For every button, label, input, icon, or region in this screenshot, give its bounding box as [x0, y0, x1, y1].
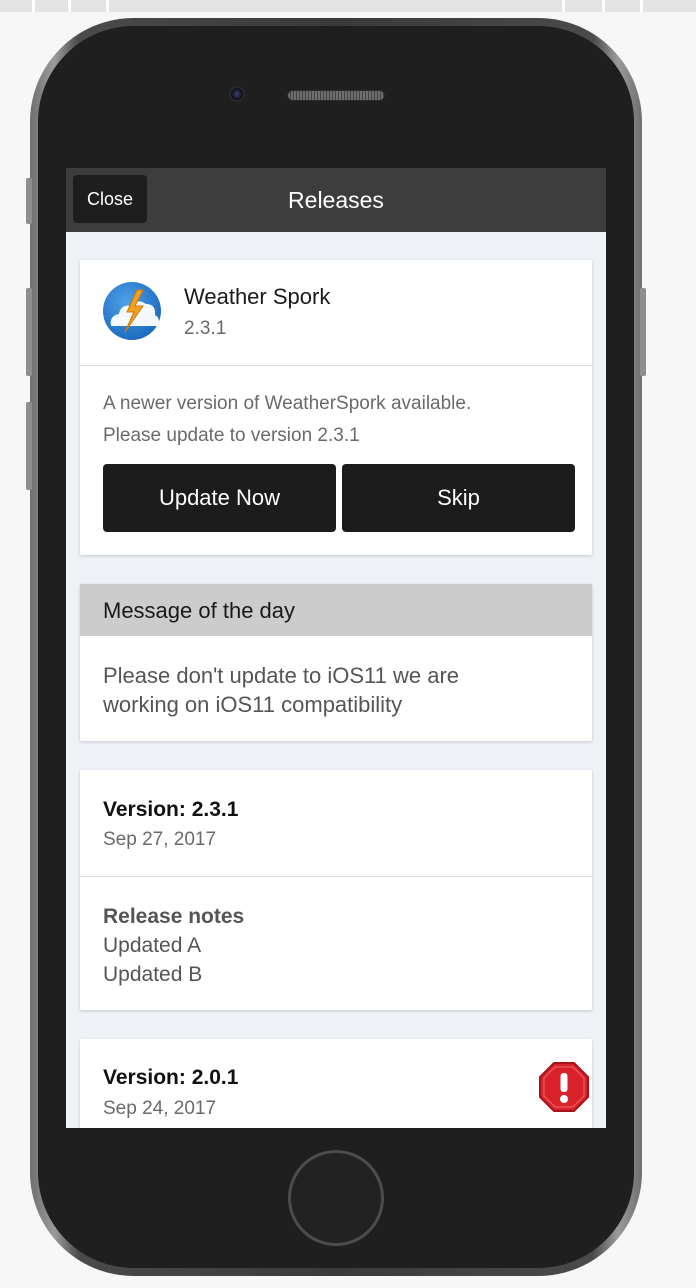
mute-switch [26, 178, 32, 224]
skip-button[interactable]: Skip [342, 464, 575, 532]
app-version: 2.3.1 [184, 318, 227, 339]
update-message-line-2: Please update to version 2.3.1 [103, 425, 360, 446]
release-card: Version: 2.0.1 Sep 24, 2017 [80, 1039, 592, 1128]
app-name: Weather Spork [184, 284, 331, 309]
release-notes-heading: Release notes [103, 905, 245, 928]
card-divider [80, 365, 592, 366]
motd-title: Message of the day [103, 598, 296, 623]
release-note-item: Updated A [103, 934, 202, 957]
motd-header: Message of the day [80, 584, 592, 636]
warning-octagon-icon [538, 1061, 590, 1113]
release-note-item: Updated B [103, 963, 203, 986]
navigation-bar: Releases Close [66, 168, 606, 232]
home-button[interactable] [288, 1150, 384, 1246]
update-message-line-1: A newer version of WeatherSpork availabl… [103, 393, 472, 414]
close-button[interactable]: Close [73, 175, 147, 223]
strip-divider [106, 0, 109, 12]
update-now-button[interactable]: Update Now [103, 464, 336, 532]
front-camera [229, 86, 245, 102]
browser-top-strip [0, 0, 696, 12]
update-card: Weather Spork 2.3.1 A newer version of W… [80, 260, 592, 555]
weather-spork-app-icon [103, 282, 161, 340]
motd-text-line-2: working on iOS11 compatibility [103, 692, 403, 717]
earpiece-speaker [287, 90, 385, 101]
power-button [640, 288, 646, 376]
page-title: Releases [288, 187, 384, 213]
volume-down-button [26, 402, 32, 490]
strip-divider [562, 0, 565, 12]
message-of-the-day-card: Message of the day Please don't update t… [80, 584, 592, 741]
release-card: Version: 2.3.1 Sep 27, 2017 Release note… [80, 770, 592, 1010]
strip-divider [602, 0, 605, 12]
release-date: Sep 24, 2017 [103, 1098, 217, 1119]
release-version: Version: 2.0.1 [103, 1066, 239, 1089]
card-divider [80, 876, 592, 877]
strip-divider [68, 0, 71, 12]
release-date: Sep 27, 2017 [103, 829, 217, 850]
strip-divider [32, 0, 35, 12]
motd-text-line-1: Please don't update to iOS11 we are [103, 663, 460, 688]
app-screen: Releases Close Weather Spork 2.3.1 A new… [66, 168, 606, 1128]
volume-up-button [26, 288, 32, 376]
strip-divider [640, 0, 643, 12]
release-version: Version: 2.3.1 [103, 798, 239, 821]
